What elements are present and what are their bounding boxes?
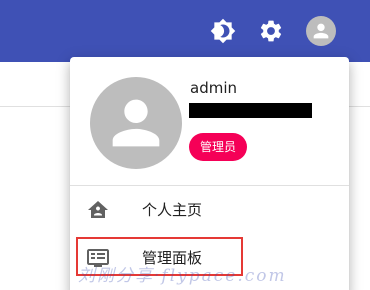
- theme-toggle-button[interactable]: [205, 13, 241, 49]
- role-badge: 管理员: [189, 133, 248, 161]
- person-icon: [313, 23, 329, 39]
- home-icon: [86, 198, 110, 222]
- avatar: [306, 16, 336, 46]
- watermark: 刘刚分享·flypace.com: [78, 266, 287, 286]
- person-icon: [112, 99, 160, 147]
- account-button[interactable]: [303, 13, 339, 49]
- settings-button[interactable]: [253, 13, 289, 49]
- gear-icon: [260, 20, 282, 42]
- username: admin: [190, 79, 237, 97]
- redacted-email-bar: [189, 103, 312, 118]
- menu-item-label: 个人主页: [142, 201, 203, 219]
- profile-avatar: [90, 77, 182, 169]
- brightness-icon: [210, 18, 236, 44]
- app-bar: [0, 0, 370, 62]
- menu-item-profile[interactable]: 个人主页: [70, 186, 349, 234]
